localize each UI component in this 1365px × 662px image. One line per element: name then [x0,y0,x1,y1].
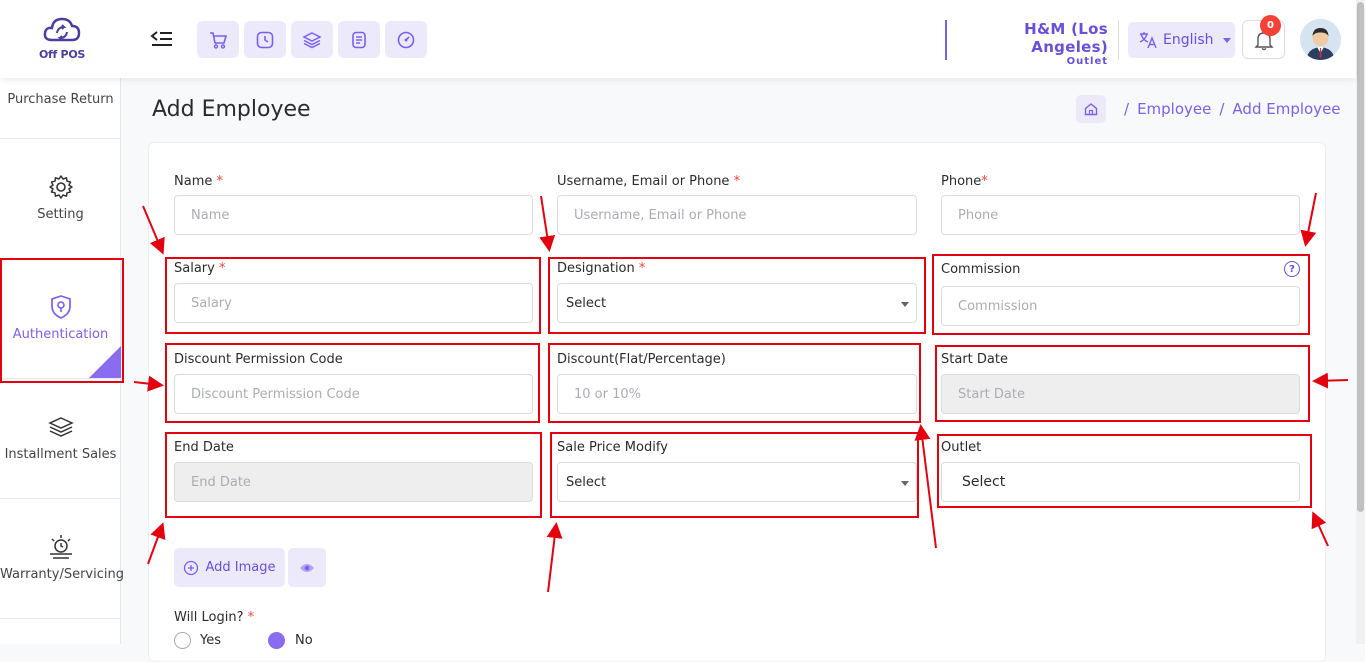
receipt-button[interactable] [338,21,380,58]
logo-text: Off POS [39,48,85,61]
required-mark: * [216,174,224,189]
sale-price-modify-label: Sale Price Modify [557,440,668,455]
designation-label: Designation * [557,261,646,276]
will-login-label: Will Login? * [174,610,255,625]
sidebar-item-authentication[interactable]: Authentication [0,259,121,379]
sale-price-modify-select[interactable]: Select [557,462,917,502]
sidebar-item-installment-sales[interactable]: Installment Sales [0,379,121,499]
outlet-label: Outlet [941,440,982,455]
salary-input[interactable]: Salary [174,283,533,323]
start-date-label: Start Date [941,352,1008,367]
will-login-no-radio[interactable] [268,632,285,649]
preview-image-button[interactable] [288,548,326,587]
chevron-down-icon [1222,37,1231,43]
username-input[interactable]: Username, Email or Phone [557,195,917,235]
end-date-label: End Date [174,440,234,455]
caret-down-icon [901,302,909,307]
speedometer-icon [397,31,415,48]
sidebar-item-setting[interactable]: Setting [0,139,121,259]
sidebar-item-label: Setting [37,207,84,222]
phone-label: Phone* [941,174,988,189]
breadcrumb-separator: / [1124,100,1130,118]
designation-select[interactable]: Select [557,283,917,323]
add-image-button[interactable]: Add Image [174,548,285,587]
breadcrumb-employee[interactable]: Employee [1137,100,1211,118]
outlet-name: H&M (Los Angeles) [1024,20,1108,56]
discount-label: Discount(Flat/Percentage) [557,352,726,367]
user-avatar-icon [1300,19,1341,60]
outlet-select[interactable]: Select [941,462,1300,502]
caret-down-icon [901,481,909,486]
breadcrumb-separator: / [1219,100,1225,118]
language-selector[interactable]: English [1128,22,1235,58]
required-mark: * [981,174,988,189]
user-avatar[interactable] [1300,19,1341,60]
start-date-input[interactable]: Start Date [941,374,1300,414]
sidebar: Purchase Return Setting Authentication I… [0,78,124,644]
layers-button[interactable] [291,21,333,58]
page-scrollbar-thumb[interactable] [1357,2,1364,512]
will-login-yes-label: Yes [200,633,221,648]
notification-badge: 0 [1260,15,1281,36]
required-mark: * [247,610,255,625]
cart-icon [210,31,228,49]
will-login-no-label: No [295,633,313,648]
app-logo[interactable]: Off POS [36,14,88,66]
layers-icon [47,417,74,437]
plus-circle-icon [184,560,199,575]
home-icon [1084,103,1098,116]
cart-button[interactable] [197,21,239,58]
clock-icon [256,31,274,48]
dashboard-button[interactable] [385,21,427,58]
sidebar-item-purchase-return[interactable]: Purchase Return [0,78,121,139]
will-login-yes-radio[interactable] [174,632,191,649]
discount-code-input[interactable]: Discount Permission Code [174,374,533,414]
translate-icon [1139,32,1157,49]
active-indicator [89,346,121,378]
name-input[interactable]: Name [174,195,533,235]
phone-input[interactable]: Phone [941,195,1300,235]
sidebar-item-warranty-servicing[interactable]: Warranty/Servicing [0,499,124,619]
username-label: Username, Email or Phone * [557,174,741,189]
menu-toggle-icon[interactable] [150,28,174,50]
layers-icon [302,31,322,48]
commission-input[interactable]: Commission [941,286,1300,326]
discount-input[interactable]: 10 or 10% [557,374,917,414]
warranty-icon [49,535,72,559]
salary-label: Salary * [174,261,226,276]
end-date-input[interactable]: End Date [174,462,533,502]
receipt-icon [352,31,366,48]
sidebar-item-label: Installment Sales [4,447,117,462]
gear-icon [48,175,73,199]
language-label: English [1163,32,1214,48]
required-mark: * [638,261,646,276]
sidebar-item-label: Authentication [12,327,109,342]
breadcrumb-home[interactable] [1076,95,1106,123]
name-label: Name * [174,174,223,189]
commission-label: Commission [941,262,1021,277]
clock-button[interactable] [244,21,286,58]
eye-icon [300,563,314,572]
top-bar: Off POS H&M (Los Angeles) Outlet English… [0,0,1356,78]
page-title: Add Employee [152,97,311,122]
cloud-logo-icon [43,17,81,42]
current-outlet[interactable]: H&M (Los Angeles) Outlet [945,20,1119,67]
sidebar-item-label: Purchase Return [7,92,114,107]
shield-icon [50,295,71,319]
sidebar-item-label: Warranty/Servicing [0,567,124,582]
required-mark: * [733,174,741,189]
discount-code-label: Discount Permission Code [174,352,343,367]
help-icon[interactable]: ? [1284,261,1300,277]
breadcrumb-current: Add Employee [1232,100,1341,118]
breadcrumb: / Employee / Add Employee [1076,95,1341,123]
outlet-label: Outlet [1066,56,1108,67]
required-mark: * [218,261,226,276]
